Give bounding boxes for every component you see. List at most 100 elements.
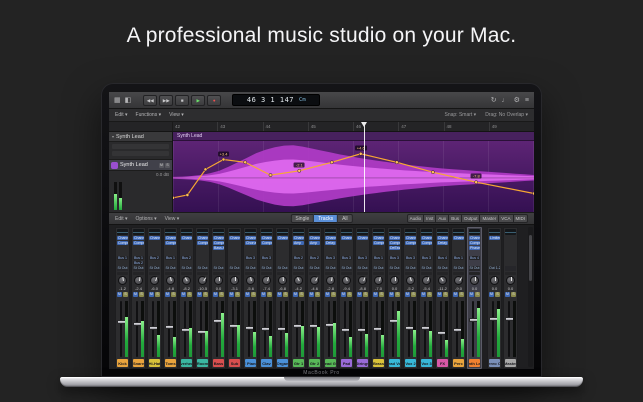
pan-knob[interactable] (214, 276, 223, 285)
eq-thumbnail[interactable] (489, 229, 500, 235)
output-assign[interactable]: Out 1-2 (489, 266, 500, 271)
channel-strip-master[interactable]: 0.0MSMaster (503, 227, 518, 369)
insert-slot[interactable]: Channel EQ (277, 236, 288, 240)
insert-slot[interactable]: Channel EQ (325, 236, 336, 240)
channel-name[interactable]: FX (437, 359, 448, 367)
pan-knob[interactable] (134, 276, 143, 285)
channel-strip-snare[interactable]: Channel EQCompressorBus 1Bus 2St Out-2.4… (131, 227, 146, 369)
insert-slot[interactable]: Channel EQ (133, 236, 144, 240)
channel-name[interactable]: Lead Vox (389, 359, 400, 367)
mute-button[interactable]: M (117, 292, 122, 297)
insert-slot[interactable]: Channel EQ (453, 236, 464, 240)
inspector-icon[interactable]: ◧ (125, 92, 132, 109)
mute-button[interactable]: M (389, 292, 394, 297)
insert-slot[interactable]: Channel EQ (357, 236, 368, 240)
channel-name[interactable]: Master (505, 359, 516, 367)
eq-thumbnail[interactable] (245, 229, 256, 235)
send-slot[interactable]: Bus 2 (309, 256, 320, 260)
channel-strip-bass[interactable]: Channel EQCompressorBass AmpSt Out0.0MSB… (211, 227, 226, 369)
automation-point[interactable] (395, 161, 398, 164)
dropdown-drag[interactable]: Drag: No Overlap ▾ (485, 112, 528, 118)
view-mode-all[interactable]: All (338, 214, 353, 223)
track-header[interactable]: Synth Lead M S (109, 159, 172, 171)
channel-strip-vox-2[interactable]: Channel EQCompressorBus 3St Out-5.2MSVox… (403, 227, 418, 369)
output-assign[interactable]: St Out (341, 266, 352, 271)
channel-name[interactable]: Lead Gtr (325, 359, 336, 367)
insert-slot[interactable]: Channel EQ (213, 236, 224, 240)
pan-knob[interactable] (406, 276, 415, 285)
solo-button[interactable]: S (171, 292, 176, 297)
solo-button[interactable]: S (203, 292, 208, 297)
insert-slot[interactable]: Channel EQ (389, 236, 400, 240)
mute-button[interactable]: M (261, 292, 266, 297)
mute-button[interactable]: M (197, 292, 202, 297)
mute-button[interactable]: M (165, 292, 170, 297)
mute-button[interactable]: M (133, 292, 138, 297)
solo-button[interactable]: S (235, 292, 240, 297)
insert-slot[interactable]: Compressor (165, 241, 176, 245)
channel-strip-sub[interactable]: Channel EQSt Out-3.1MSSub (227, 227, 242, 369)
send-slot[interactable]: Bus 3 (357, 256, 368, 260)
output-assign[interactable]: St Out (245, 266, 256, 271)
insert-slot[interactable]: Compressor (117, 241, 128, 245)
automation-point[interactable] (330, 161, 333, 164)
channel-name[interactable]: Perc (453, 359, 464, 367)
insert-slot[interactable]: Channel EQ (117, 236, 128, 240)
output-assign[interactable] (505, 266, 516, 271)
channel-name[interactable]: Overhead (181, 359, 192, 367)
eq-thumbnail[interactable] (149, 229, 160, 235)
output-assign[interactable]: St Out (293, 266, 304, 271)
output-assign[interactable]: St Out (117, 266, 128, 271)
pan-knob[interactable] (246, 276, 255, 285)
list-editors-icon[interactable]: ≡ (525, 92, 529, 109)
mute-button[interactable]: M (229, 292, 234, 297)
channel-name[interactable]: Bass (213, 359, 224, 367)
mixer-scrollbar[interactable] (528, 227, 533, 367)
library-icon[interactable]: ▦ (114, 92, 121, 109)
metronome-button[interactable]: ♩ (502, 92, 509, 109)
output-assign[interactable]: St Out (469, 266, 480, 271)
output-assign[interactable]: St Out (309, 266, 320, 271)
play-button[interactable]: ▶ (191, 95, 205, 106)
channel-strip-lead-gtr[interactable]: Channel EQDelayBus 3St Out-2.8MSLead Gtr (323, 227, 338, 369)
send-slot[interactable]: Bus 3 (341, 256, 352, 260)
channel-name[interactable]: Synth Lead (469, 359, 480, 367)
channel-name[interactable]: Vox 3 (421, 359, 432, 367)
menu-edit[interactable]: Edit ▾ (115, 216, 128, 222)
eq-thumbnail[interactable] (469, 229, 480, 235)
record-button[interactable]: ● (207, 95, 221, 106)
solo-button[interactable]: S (511, 292, 516, 297)
eq-thumbnail[interactable] (437, 229, 448, 235)
eq-thumbnail[interactable] (277, 229, 288, 235)
insert-slot[interactable]: Compressor (421, 241, 432, 245)
insert-slot[interactable]: Amp (309, 241, 320, 245)
pan-knob[interactable] (506, 276, 515, 285)
solo-button[interactable]: S (187, 292, 192, 297)
pan-knob[interactable] (150, 276, 159, 285)
channel-strip-clav[interactable]: Channel EQCompressorBus 3St Out-7.4MSCla… (259, 227, 274, 369)
automation-point[interactable] (475, 181, 478, 184)
insert-slot[interactable]: Channel EQ (245, 236, 256, 240)
send-slot[interactable]: Bus 2 (181, 256, 192, 260)
solo-button[interactable]: S (267, 292, 272, 297)
insert-slot[interactable]: Limiter (489, 236, 500, 240)
send-slot[interactable]: Bus 4 (437, 256, 448, 260)
pan-knob[interactable] (454, 276, 463, 285)
insert-slot[interactable]: Delay (437, 241, 448, 245)
channel-strip-kick[interactable]: Channel EQCompressorBus 1St Out-1.2MSKic… (115, 227, 130, 369)
solo-button[interactable]: S (427, 292, 432, 297)
channel-name[interactable]: Vox 2 (405, 359, 416, 367)
cycle-button[interactable]: ↻ (491, 92, 497, 109)
channel-strip-toms[interactable]: Channel EQCompressorBus 1St Out-4.8MSTom… (163, 227, 178, 369)
insert-slot[interactable]: Compressor (197, 241, 208, 245)
solo-button[interactable]: S (283, 292, 288, 297)
view-mode-tracks[interactable]: Tracks (314, 214, 338, 223)
insert-slot[interactable]: Channel EQ (165, 236, 176, 240)
mute-button[interactable]: M (149, 292, 154, 297)
insert-slot[interactable]: Chorus (245, 241, 256, 245)
solo-button[interactable]: S (123, 292, 128, 297)
output-assign[interactable]: St Out (437, 266, 448, 271)
solo-button[interactable]: S (155, 292, 160, 297)
insert-slot[interactable]: Compressor (133, 241, 144, 245)
eq-thumbnail[interactable] (309, 229, 320, 235)
